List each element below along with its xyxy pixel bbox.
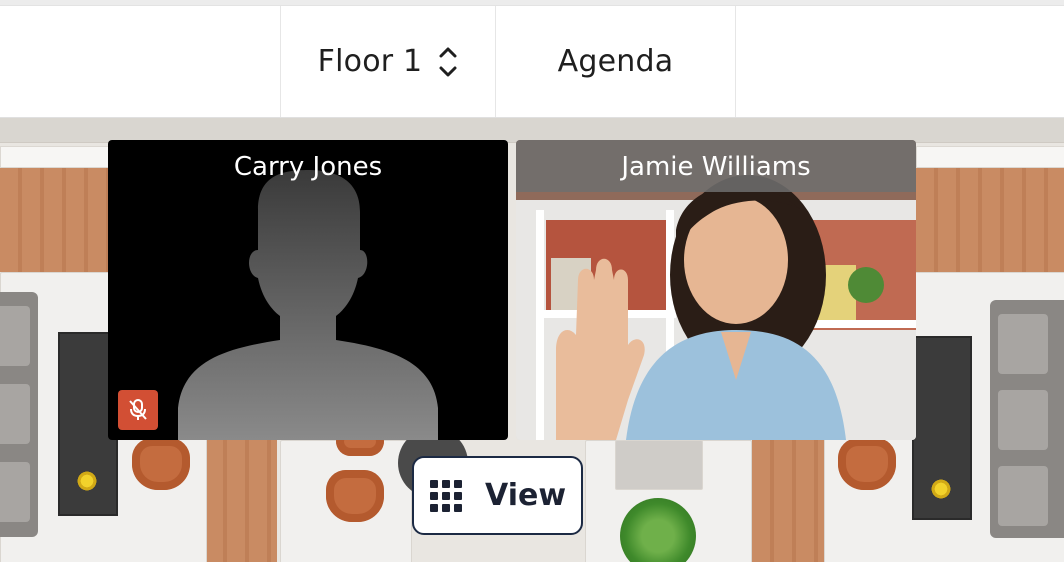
flower-icon	[930, 478, 952, 500]
room-wall	[916, 146, 1064, 168]
chevron-up-down-icon	[438, 45, 458, 79]
floor-label: Floor 1	[317, 44, 423, 79]
wood-floor	[205, 440, 277, 562]
chair	[838, 438, 896, 490]
agenda-button[interactable]: Agenda	[496, 6, 736, 117]
top-toolbar: Floor 1 Agenda	[0, 5, 1064, 118]
wood-floor	[752, 440, 824, 562]
participant-name: Jamie Williams	[516, 140, 916, 192]
sofa	[0, 292, 38, 537]
chair	[326, 470, 384, 522]
wood-floor	[0, 168, 118, 272]
agenda-label: Agenda	[557, 44, 674, 79]
view-layout-button[interactable]: View	[412, 456, 583, 535]
floor-selector[interactable]: Floor 1	[281, 6, 496, 117]
participant-name: Carry Jones	[233, 152, 383, 182]
video-tile-jamie-williams[interactable]: Jamie Williams	[516, 140, 916, 440]
video-tile-carry-jones[interactable]: Carry Jones	[108, 140, 508, 440]
toolbar-spacer	[0, 6, 281, 117]
sofa	[990, 300, 1064, 538]
view-button-label: View	[485, 478, 567, 513]
floor-wall-strip	[0, 116, 1064, 143]
wood-floor	[916, 168, 1064, 272]
flower-icon	[76, 470, 98, 492]
side-table	[615, 440, 703, 490]
chair	[132, 438, 190, 490]
room-wall	[0, 146, 120, 168]
microphone-muted-icon	[118, 390, 158, 430]
grid-icon	[430, 479, 462, 512]
